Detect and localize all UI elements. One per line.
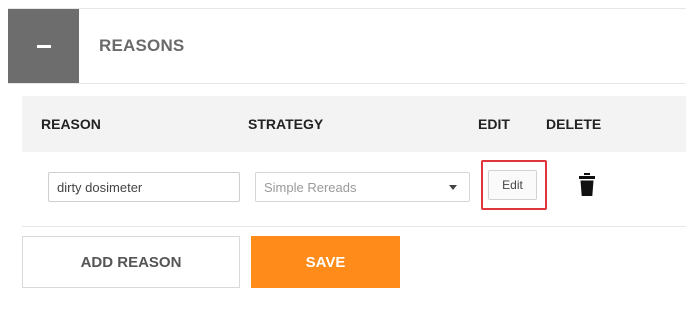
strategy-select[interactable]: Simple Rereads [255,172,470,202]
caret-down-icon [449,185,457,190]
reasons-table: REASON STRATEGY EDIT DELETE Simple Rerea… [22,96,686,227]
reasons-section-header: REASONS [8,8,686,84]
table-row: Simple Rereads Edit [22,152,686,227]
strategy-selected-value: Simple Rereads [264,179,357,195]
table-header: REASON STRATEGY EDIT DELETE [22,96,686,152]
trash-icon[interactable] [578,172,596,198]
column-header-strategy: STRATEGY [248,116,324,132]
add-reason-button[interactable]: ADD REASON [22,236,240,288]
column-header-delete: DELETE [546,116,602,132]
save-button[interactable]: SAVE [251,236,400,288]
section-title: REASONS [99,36,185,55]
minus-icon [36,44,51,48]
reason-input[interactable] [48,172,240,202]
edit-button[interactable]: Edit [488,170,537,200]
collapse-button[interactable] [8,9,79,83]
column-header-edit: EDIT [478,116,510,132]
column-header-reason: REASON [41,116,101,132]
